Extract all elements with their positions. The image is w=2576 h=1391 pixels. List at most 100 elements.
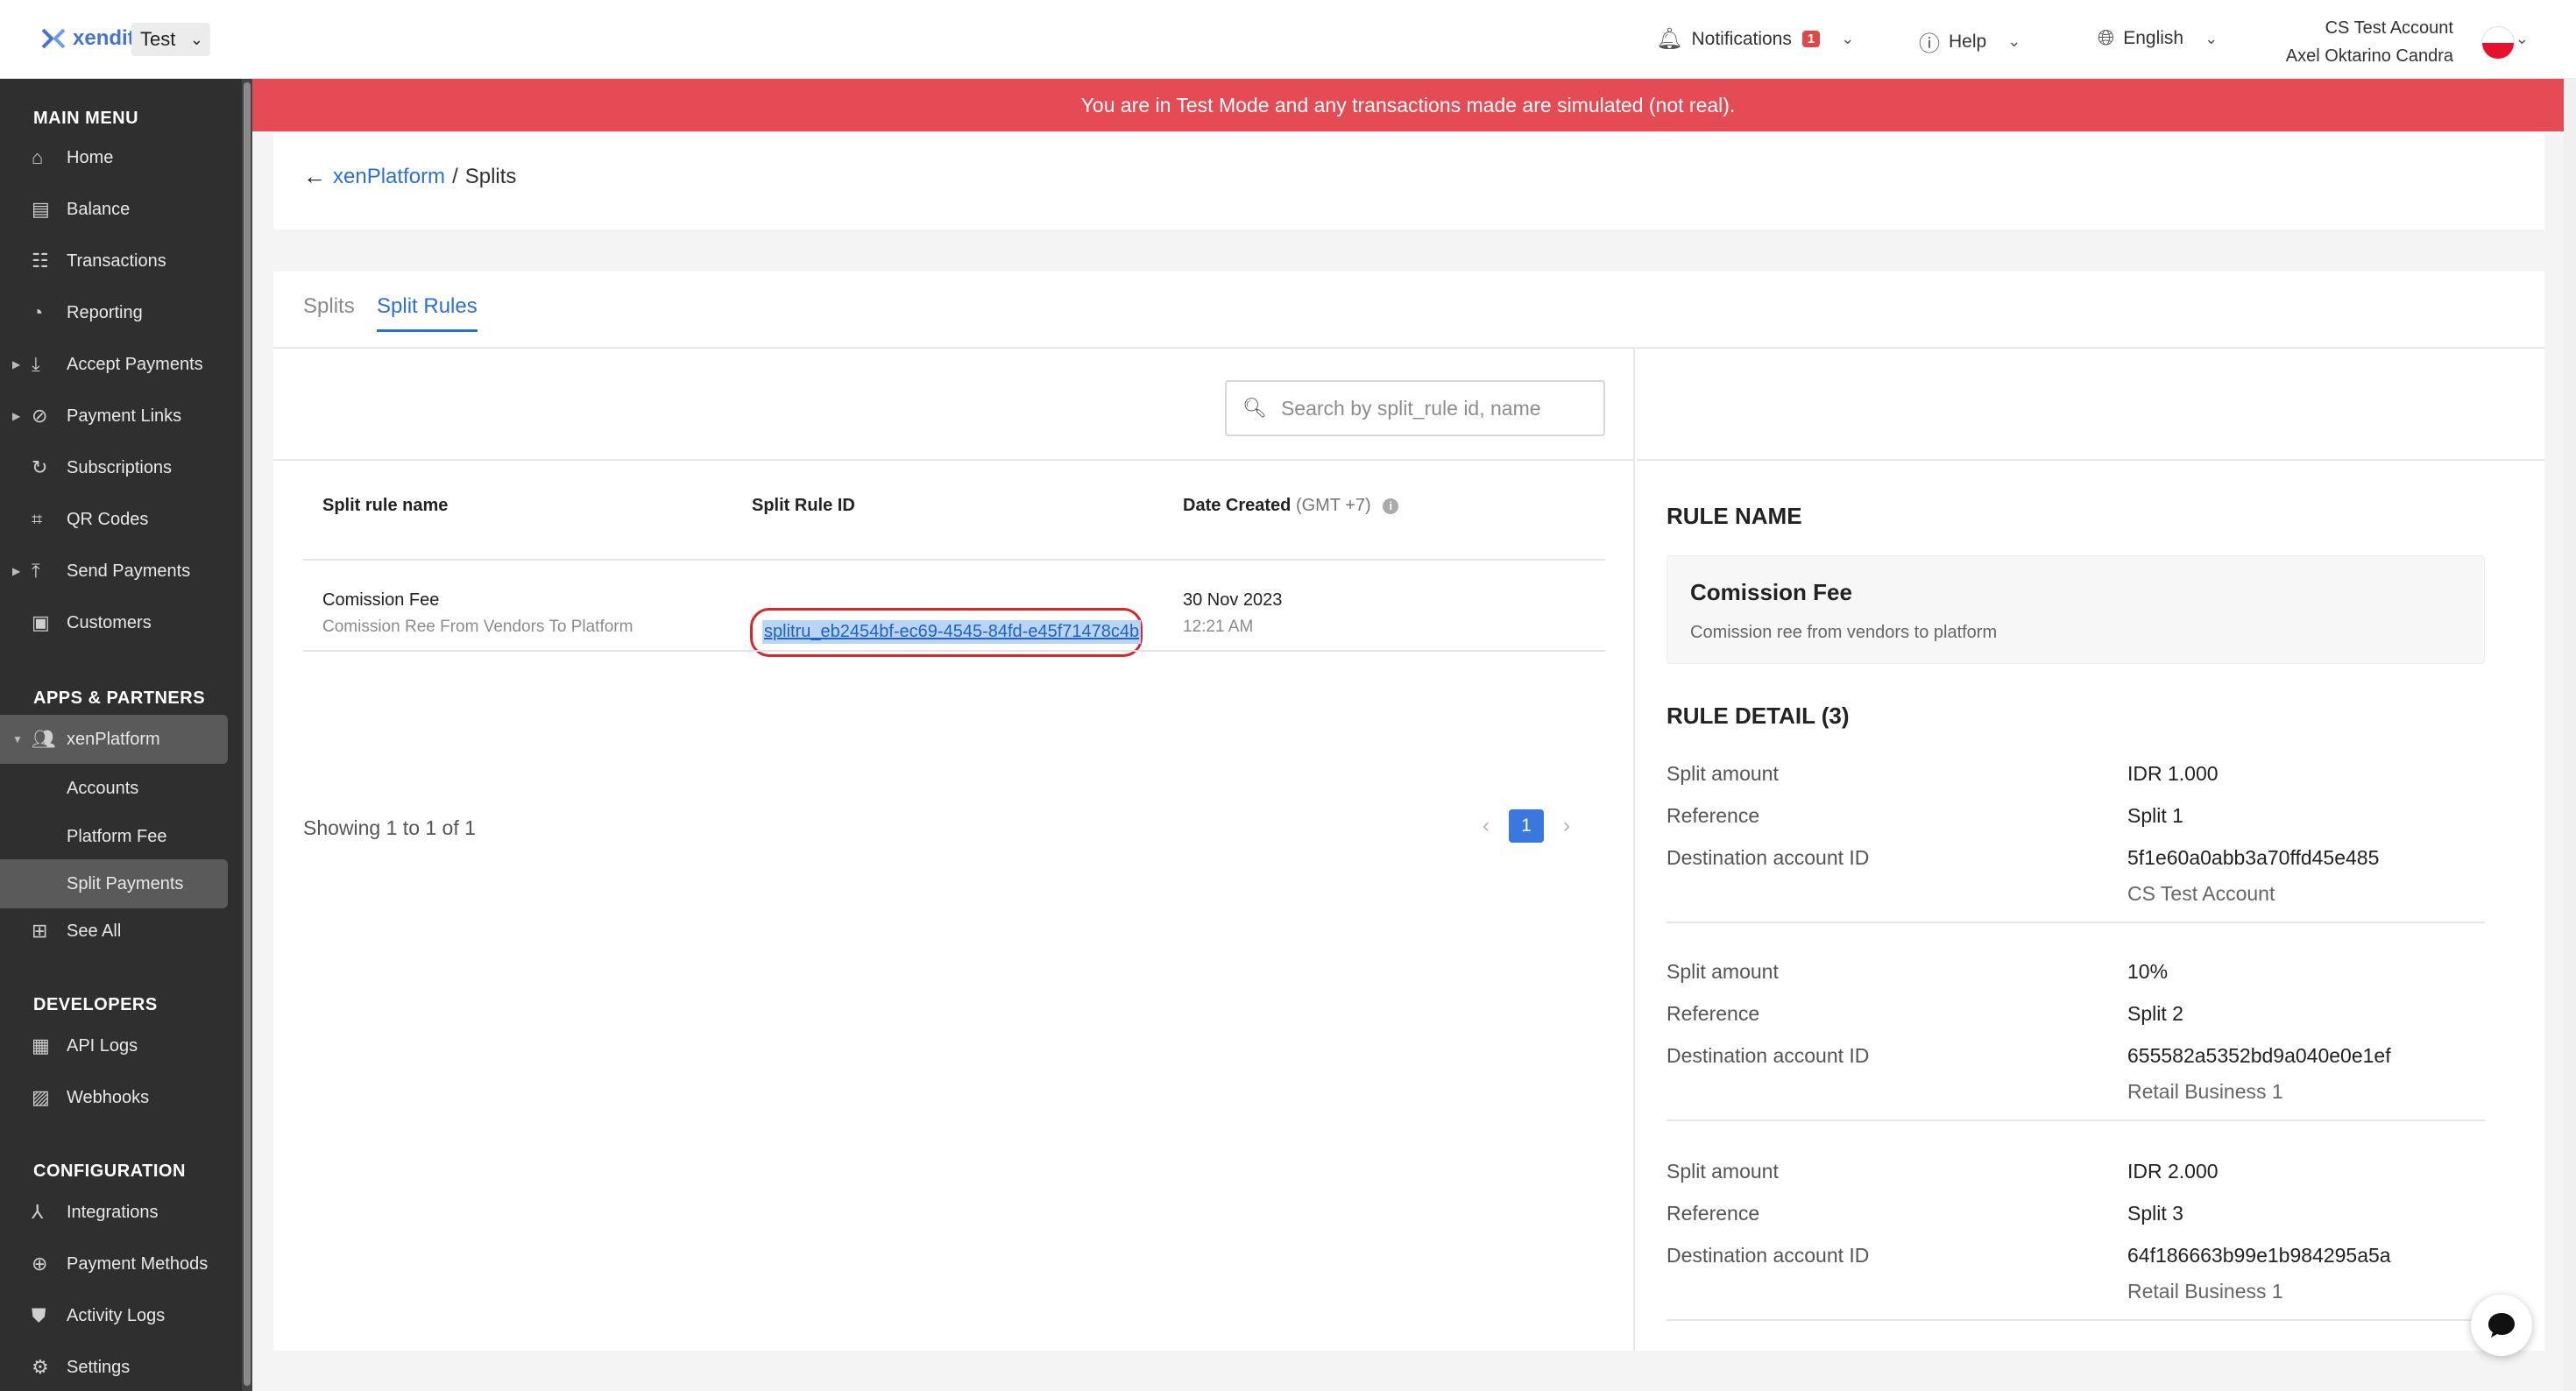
destination-account-id: 64f186663b99e1b984295a5a [2127, 1244, 2391, 1267]
qr-code-icon: ⌗ [32, 508, 43, 530]
home-icon: ⌂ [32, 146, 44, 168]
rule-name-heading: RULE NAME [1667, 503, 1802, 529]
chevron-right-icon[interactable]: › [1563, 814, 1570, 838]
chevron-down-icon[interactable]: ⌄ [2516, 30, 2529, 48]
date-header-timezone: (GMT +7) [1295, 496, 1371, 515]
page-scrollbar[interactable] [2564, 79, 2576, 1391]
sidebar-item-home[interactable]: ⌂ Home [0, 133, 228, 182]
sidebar-item-label: Customers [67, 612, 152, 632]
configuration-title: CONFIGURATION [33, 1162, 186, 1181]
scrollbar-thumb[interactable] [244, 82, 251, 1386]
column-header-name: Split rule name [322, 496, 449, 515]
split-rules-card: Splits Split Rules 🔍︎ Split rule name Sp… [273, 272, 2544, 1351]
sidebar-item-settings[interactable]: ⚙ Settings [0, 1343, 228, 1391]
sidebar-item-platform-fee[interactable]: Platform Fee [0, 812, 228, 861]
sidebar-scrollbar[interactable] [242, 79, 252, 1391]
reference-value: Split 1 [2127, 804, 2183, 827]
reference-label: Reference [1667, 804, 1760, 827]
chat-button[interactable] [2471, 1295, 2532, 1356]
developers-title: DEVELOPERS [33, 995, 158, 1014]
main-menu-title: MAIN MENU [33, 109, 139, 128]
page-button-current[interactable]: 1 [1509, 809, 1544, 843]
sidebar-item-see-all[interactable]: ⊞ See All [0, 907, 228, 956]
top-bar: xendit Test ⌄ 🔔︎ Notifications 1 ⌄ ⓘ Hel… [0, 0, 2576, 79]
caret-down-icon: ▼ [12, 733, 23, 745]
sidebar-item-accept-payments[interactable]: ▶ ⤓ Accept Payments [0, 340, 228, 389]
sidebar-item-qr-codes[interactable]: ⌗ QR Codes [0, 495, 228, 544]
split-amount-label: Split amount [1667, 1160, 1779, 1183]
destination-value: 64f186663b99e1b984295a5a Retail Business… [2127, 1244, 2391, 1303]
transactions-icon: ☷ [32, 250, 49, 272]
table-divider [303, 559, 1605, 561]
sidebar-item-payment-methods[interactable]: ⊕ Payment Methods [0, 1239, 228, 1289]
time-created: 12:21 AM [1183, 618, 1254, 636]
search-box[interactable]: 🔍︎ [1225, 380, 1605, 436]
sidebar-item-transactions[interactable]: ☷ Transactions [0, 237, 228, 286]
sidebar-item-xenplatform[interactable]: ▼ 👥︎ xenPlatform [0, 715, 228, 764]
reference-value: Split 2 [2127, 1002, 2183, 1025]
split-rule-id-link[interactable]: splitru_eb2454bf-ec69-4545-84fd-e45f7147… [762, 620, 1142, 644]
webhooks-icon: ▨ [32, 1086, 50, 1108]
arrow-left-icon[interactable]: ← [303, 163, 326, 190]
sidebar-item-split-payments[interactable]: Split Payments [0, 859, 228, 908]
sidebar-item-customers[interactable]: ▣ Customers [0, 598, 228, 647]
sidebar-item-label: Send Payments [67, 561, 191, 581]
destination-account-name: CS Test Account [2127, 882, 2275, 905]
integrations-icon: ⅄ [32, 1201, 44, 1223]
info-icon[interactable]: i [1383, 498, 1399, 514]
date-created: 30 Nov 2023 [1183, 590, 1283, 610]
caret-right-icon: ▶ [12, 410, 21, 422]
destination-label: Destination account ID [1667, 1244, 1870, 1267]
sidebar-item-integrations[interactable]: ⅄ Integrations [0, 1188, 228, 1237]
chat-bubble-icon [2488, 1313, 2515, 1338]
rule-name-box: Comission Fee Comission ree from vendors… [1667, 555, 2485, 664]
search-row: 🔍︎ [273, 349, 1635, 461]
tab-bar: Splits Split Rules [273, 272, 2544, 349]
sidebar-item-label: Webhooks [67, 1087, 150, 1107]
sidebar-item-activity-logs[interactable]: ⛊ Activity Logs [0, 1291, 228, 1340]
environment-select[interactable]: Test ⌄ [131, 23, 210, 56]
globe-icon: 🌐︎ [2098, 26, 2115, 50]
breadcrumb-current: Splits [464, 164, 517, 188]
destination-account-id: 655582a5352bd9a040e0e1ef [2127, 1044, 2391, 1067]
sidebar-item-subscriptions[interactable]: ↻ Subscriptions [0, 443, 228, 492]
sidebar-item-label: Subscriptions [67, 457, 173, 477]
tab-split-rules[interactable]: Split Rules [377, 294, 478, 332]
search-icon: 🔍︎ [1242, 397, 1267, 419]
split-divider [1667, 1119, 2485, 1121]
grid-icon: ⊞ [32, 920, 48, 942]
breadcrumb-card: ← xenPlatform / Splits [273, 133, 2544, 229]
destination-label: Destination account ID [1667, 846, 1870, 869]
sidebar-item-label: See All [67, 921, 122, 941]
apps-partners-title: APPS & PARTNERS [33, 688, 206, 708]
sidebar-item-label: Activity Logs [67, 1305, 166, 1325]
sidebar-item-reporting[interactable]: ◔ Reporting [0, 288, 228, 337]
breadcrumb-link[interactable]: xenPlatform [333, 165, 445, 189]
language-menu[interactable]: 🌐︎ English ⌄ [2098, 26, 2218, 51]
sidebar-item-api-logs[interactable]: ▦ API Logs [0, 1021, 228, 1070]
sidebar-item-label: QR Codes [67, 509, 149, 529]
sidebar-item-balance[interactable]: ▤ Balance [0, 185, 228, 234]
help-menu[interactable]: ⓘ Help ⌄ [1919, 26, 2020, 57]
sidebar-item-send-payments[interactable]: ▶ ⤒ Send Payments [0, 547, 228, 596]
sidebar-item-webhooks[interactable]: ▨ Webhooks [0, 1073, 228, 1122]
chevron-left-icon[interactable]: ‹ [1483, 814, 1490, 838]
user-name: Axel Oktarino Candra [2285, 46, 2453, 66]
notifications-menu[interactable]: 🔔︎ Notifications 1 ⌄ [1656, 26, 1854, 52]
xendit-logo[interactable]: xendit [39, 25, 135, 53]
account-menu[interactable]: CS Test Account Axel Oktarino Candra [2286, 14, 2453, 70]
sidebar-item-label: Balance [67, 199, 131, 219]
split-rules-list: 🔍︎ Split rule name Split Rule ID Date Cr… [273, 349, 1635, 1351]
reference-label: Reference [1667, 1202, 1760, 1225]
sidebar-item-accounts[interactable]: Accounts [0, 764, 228, 813]
reporting-icon: ◔ [32, 301, 44, 323]
tab-splits[interactable]: Splits [303, 294, 355, 329]
sidebar-item-payment-links[interactable]: ▶ ⊘ Payment Links [0, 392, 228, 441]
bell-icon: 🔔︎ [1656, 27, 1683, 51]
search-input[interactable] [1280, 396, 1596, 420]
reference-label: Reference [1667, 1002, 1760, 1025]
chevron-down-icon: ⌄ [2007, 32, 2021, 50]
sidebar-item-label: Platform Fee [67, 826, 167, 846]
sidebar: MAIN MENU ⌂ Home ▤ Balance ☷ Transactions ◔… [0, 79, 252, 1391]
indonesia-flag-icon[interactable] [2481, 26, 2515, 60]
